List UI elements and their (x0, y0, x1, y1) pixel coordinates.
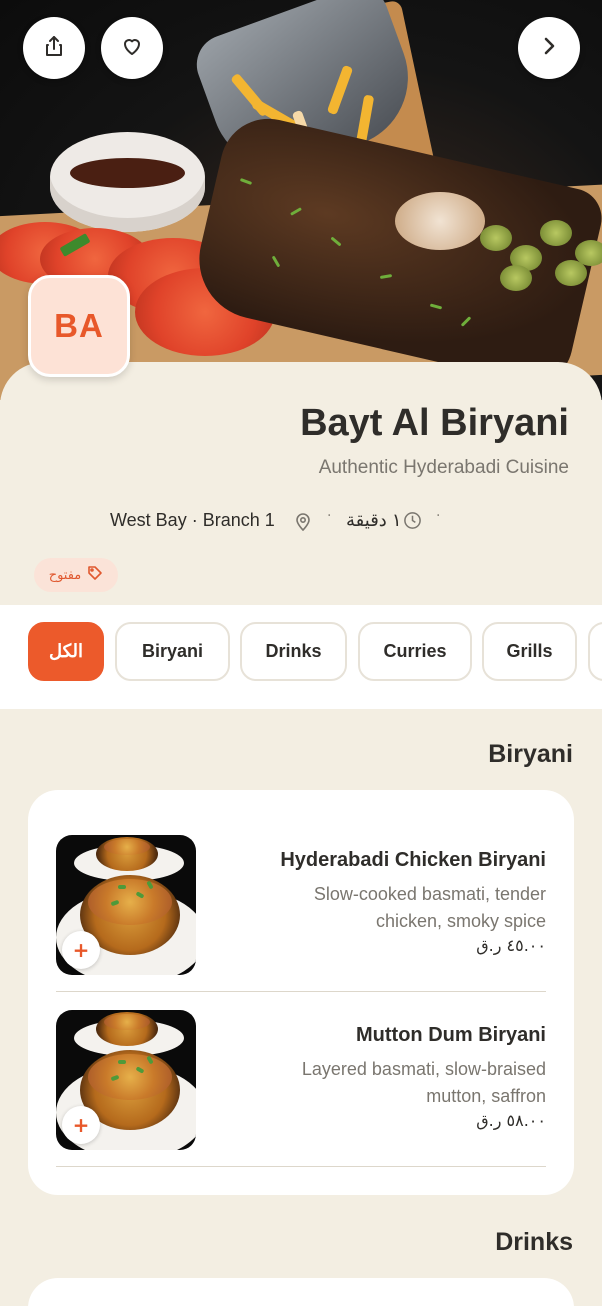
section-title-drinks: Drinks (495, 1228, 573, 1256)
restaurant-logo: BA (28, 275, 130, 377)
item-name: Hyderabadi Chicken Biryani (280, 849, 546, 871)
divider (56, 1166, 546, 1167)
meta-separator: · (436, 508, 441, 524)
tag-icon (87, 565, 103, 585)
share-button[interactable] (23, 17, 85, 79)
category-tabs: الكل Biryani Drinks Curries Grills (0, 605, 602, 709)
status-badge: مفتوح (34, 558, 118, 592)
item-price: ٥٨.٠٠ ر.ق (476, 1111, 546, 1130)
plus-icon: + (72, 938, 90, 962)
tab-all[interactable]: الكل (28, 622, 104, 681)
add-item-button[interactable]: + (62, 1106, 100, 1144)
add-item-button[interactable]: + (62, 931, 100, 969)
location-text: West Bay · Branch 1 (110, 510, 275, 530)
menu-item[interactable]: + Hyderabadi Chicken Biryani Slow-cooked… (56, 817, 546, 992)
restaurant-tagline: Authentic Hyderabadi Cuisine (318, 457, 569, 478)
clock-icon (403, 511, 422, 534)
menu-card-biryani: + Hyderabadi Chicken Biryani Slow-cooked… (28, 790, 574, 1195)
item-image: + (56, 1010, 196, 1150)
favorite-button[interactable] (101, 17, 163, 79)
item-image: + (56, 835, 196, 975)
chevron-right-icon (537, 34, 561, 62)
share-icon (42, 34, 66, 62)
tab-curries[interactable]: Curries (358, 622, 472, 681)
section-title-biryani: Biryani (488, 740, 573, 768)
menu-card-drinks (28, 1278, 574, 1306)
item-price: ٤٥.٠٠ ر.ق (476, 936, 546, 955)
sauce-bowl (50, 132, 205, 232)
tab-grills[interactable]: Grills (482, 622, 577, 681)
item-name: Mutton Dum Biryani (356, 1024, 546, 1046)
tab-biryani[interactable]: Biryani (115, 622, 230, 681)
location-pin-icon (294, 511, 312, 535)
meta-separator: · (327, 508, 332, 524)
time-text: ١ دقيقة (346, 510, 402, 530)
tab-more[interactable] (588, 622, 602, 681)
back-button[interactable] (518, 17, 580, 79)
restaurant-name: Bayt Al Biryani (300, 402, 569, 444)
plus-icon: + (72, 1113, 90, 1137)
item-description: Slow-cooked basmati, tender chicken, smo… (313, 884, 546, 931)
tab-drinks[interactable]: Drinks (240, 622, 347, 681)
stuffed-potato (395, 192, 485, 250)
menu-item[interactable]: + Mutton Dum Biryani Layered basmati, sl… (56, 992, 546, 1167)
item-description: Layered basmati, slow-braised mutton, sa… (301, 1059, 546, 1106)
logo-initials: BA (54, 307, 104, 344)
heart-icon (120, 34, 144, 62)
status-text: مفتوح (48, 567, 82, 583)
restaurant-meta: West Bay · Branch 1 · ١ دقيقة · (0, 508, 602, 536)
